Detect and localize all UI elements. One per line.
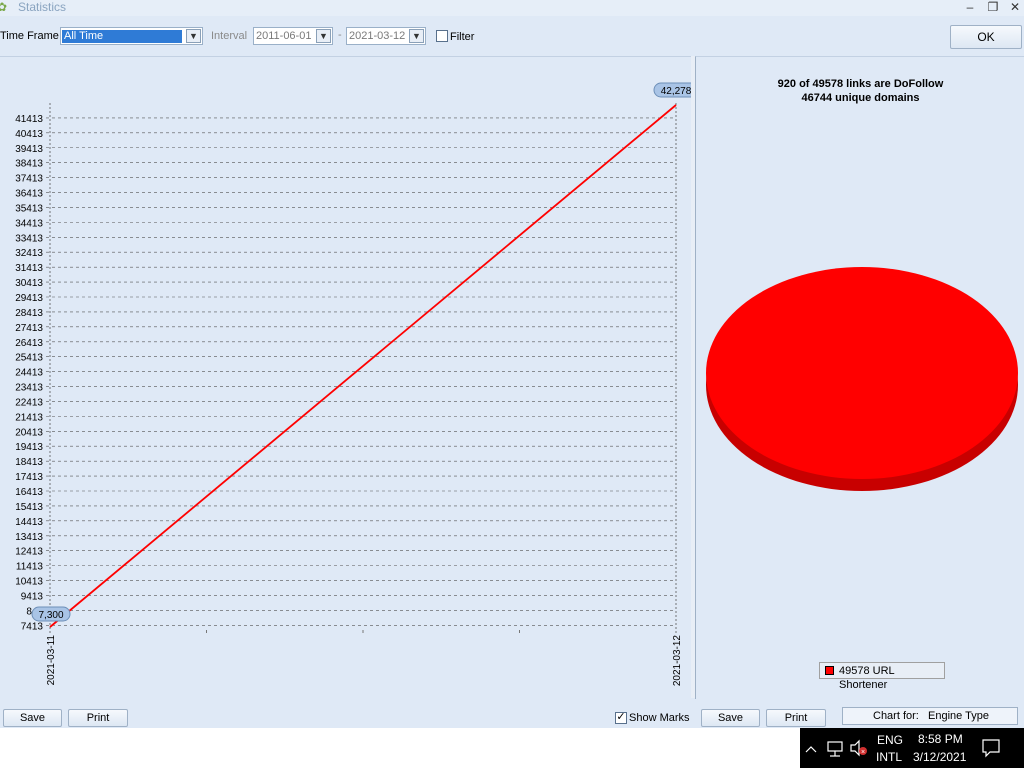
y-tick-label: 11413: [16, 562, 44, 573]
x-tick-label: 2021-03-12: [672, 635, 683, 687]
y-tick-label: 14413: [15, 517, 43, 528]
chevron-down-icon[interactable]: ▼: [316, 29, 331, 43]
close-button[interactable]: ✕: [1006, 0, 1024, 14]
y-tick-label: 33413: [15, 233, 43, 244]
y-tick-label: 20413: [15, 427, 43, 438]
y-tick-label: 22413: [15, 397, 43, 408]
y-tick-label: 13413: [15, 532, 43, 543]
y-tick-label: 7413: [21, 621, 44, 632]
interval-from-value: 2011-06-01: [256, 30, 312, 42]
chevron-down-icon[interactable]: ▼: [186, 29, 201, 43]
legend-entry: 49578 URL Shortener: [839, 665, 895, 691]
language-line2[interactable]: INTL: [876, 750, 902, 764]
chevron-up-icon[interactable]: [805, 746, 817, 753]
show-marks-checkbox[interactable]: ✓: [615, 712, 627, 724]
y-tick-label: 38413: [15, 159, 43, 170]
filter-label: Filter: [450, 31, 475, 43]
line-chart-panel: 7413841941310413114131241313413144131541…: [0, 56, 691, 699]
y-tick-label: 16413: [15, 487, 43, 498]
y-tick-label: 24413: [15, 368, 43, 379]
toolbar: Time Frame All Time ▼ Interval 2011-06-0…: [0, 22, 1024, 52]
time-frame-value: All Time: [62, 30, 182, 43]
y-tick-label: 15413: [15, 502, 43, 513]
y-tick-label: 9413: [21, 591, 44, 602]
pie-save-button[interactable]: Save: [701, 709, 760, 727]
data-label: 7,300: [38, 610, 63, 621]
notification-icon[interactable]: [982, 739, 1000, 758]
tray-icons: ×: [805, 739, 1000, 758]
y-tick-label: 36413: [15, 189, 43, 200]
chart-for-selector[interactable]: Chart for: Engine Type: [842, 707, 1018, 725]
y-tick-label: 29413: [15, 293, 43, 304]
minimize-button[interactable]: –: [961, 0, 979, 14]
pie-title-line2: 46744 unique domains: [801, 92, 920, 104]
language-line1[interactable]: ENG: [877, 733, 903, 747]
y-tick-label: 28413: [15, 308, 43, 319]
y-tick-label: 10413: [15, 577, 43, 588]
y-tick-label: 30413: [15, 278, 43, 289]
y-tick-label: 19413: [15, 442, 43, 453]
line-chart: 7413841941310413114131241313413144131541…: [15, 82, 691, 687]
y-tick-label: 41413: [15, 114, 43, 125]
data-label: 42,278: [661, 86, 691, 97]
interval-to-select[interactable]: 2021-03-12 ▼: [346, 27, 426, 45]
line-save-button[interactable]: Save: [3, 709, 62, 727]
y-tick-label: 12413: [15, 547, 43, 558]
legend-swatch: [825, 666, 834, 675]
ok-button[interactable]: OK: [950, 25, 1022, 49]
interval-label: Interval: [211, 30, 248, 42]
y-tick-label: 23413: [15, 383, 43, 394]
y-tick-label: 40413: [15, 129, 43, 140]
y-tick-label: 17413: [15, 472, 43, 483]
time-frame-label: Time Frame: [0, 30, 59, 42]
y-tick-label: 21413: [15, 412, 43, 423]
restore-button[interactable]: ❐: [984, 0, 1002, 14]
chart-for-label: Chart for:: [873, 710, 919, 722]
network-icon[interactable]: [827, 741, 843, 757]
volume-muted-icon[interactable]: ×: [850, 739, 867, 757]
y-tick-label: 37413: [15, 174, 43, 185]
chevron-down-icon[interactable]: ▼: [409, 29, 424, 43]
interval-from-select[interactable]: 2011-06-01 ▼: [253, 27, 333, 45]
series-line: [49, 104, 677, 628]
statistics-window: ✿ Statistics – ❐ ✕ Time Frame All Time ▼…: [0, 0, 1024, 728]
pie-slice[interactable]: [706, 267, 1018, 479]
app-icon: ✿: [0, 0, 8, 14]
y-tick-label: 39413: [15, 144, 43, 155]
system-tray: × ENG INTL 8:58 PM 3/12/2021: [800, 728, 1024, 768]
pie-chart-panel: 920 of 49578 links are DoFollow 46744 un…: [695, 56, 1024, 699]
line-print-button[interactable]: Print: [68, 709, 128, 727]
y-tick-label: 25413: [15, 353, 43, 364]
y-tick-label: 26413: [15, 338, 43, 349]
title-bar: ✿ Statistics – ❐ ✕: [0, 0, 1024, 16]
y-tick-label: 35413: [15, 203, 43, 214]
pie-print-button[interactable]: Print: [766, 709, 826, 727]
chart-for-value: Engine Type: [928, 710, 989, 722]
clock-date[interactable]: 3/12/2021: [913, 750, 966, 764]
pie-legend: 49578 URL Shortener: [819, 662, 945, 691]
window-title: Statistics: [18, 0, 67, 14]
y-tick-label: 31413: [15, 263, 43, 274]
interval-to-value: 2021-03-12: [349, 30, 406, 42]
x-tick-label: 2021-03-11: [46, 635, 57, 686]
filter-checkbox[interactable]: [436, 30, 448, 42]
clock-time[interactable]: 8:58 PM: [918, 732, 963, 746]
svg-text:×: ×: [861, 749, 865, 756]
y-tick-label: 32413: [15, 248, 43, 259]
show-marks-label: Show Marks: [629, 712, 690, 724]
interval-separator: -: [338, 29, 342, 41]
pie-title-line1: 920 of 49578 links are DoFollow: [777, 78, 944, 90]
y-tick-label: 27413: [15, 323, 43, 334]
time-frame-select[interactable]: All Time ▼: [60, 27, 203, 45]
pie-chart: [706, 267, 1018, 491]
y-tick-label: 18413: [15, 457, 43, 468]
y-tick-label: 34413: [15, 218, 43, 229]
